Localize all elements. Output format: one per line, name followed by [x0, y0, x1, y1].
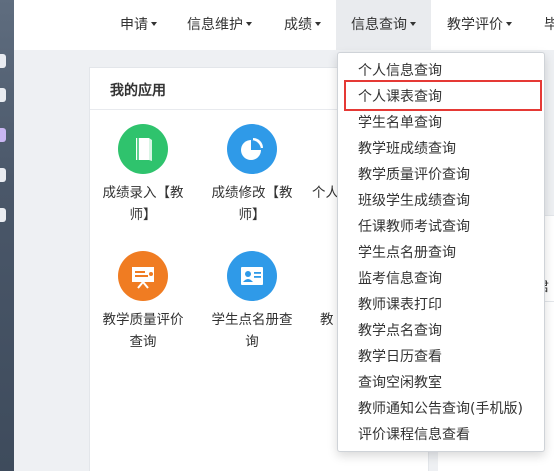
app-teaching-quality-evaluation[interactable]: 教学质量评价 查询	[93, 251, 193, 353]
app-label: 成绩修改【教 师】	[211, 185, 293, 223]
sidebar-tab[interactable]	[0, 128, 6, 142]
menu-item-class-grades[interactable]: 教学班成绩查询	[338, 136, 544, 162]
top-navigation: 申请 信息维护 成绩 信息查询 教学评价 毕	[14, 0, 554, 50]
left-sidebar-strip	[0, 0, 14, 471]
app-grade-entry[interactable]: 成绩录入【教 师】	[93, 124, 193, 226]
caret-down-icon	[246, 22, 252, 26]
menu-item-invigilation[interactable]: 监考信息查询	[338, 266, 544, 292]
nav-label: 成绩	[284, 17, 312, 33]
presentation-board-icon	[118, 251, 168, 301]
menu-item-teacher-timetable-print[interactable]: 教师课表打印	[338, 292, 544, 318]
menu-item-teacher-notices-mobile[interactable]: 教师通知公告查询(手机版)	[338, 396, 544, 422]
nav-label: 信息查询	[351, 17, 407, 33]
nav-label: 申请	[120, 17, 148, 33]
menu-item-student-list[interactable]: 学生名单查询	[338, 110, 544, 136]
id-card-icon	[227, 251, 277, 301]
nav-label: 信息维护	[187, 17, 243, 33]
nav-apply[interactable]: 申请	[120, 0, 157, 50]
nav-info-maintenance[interactable]: 信息维护	[187, 0, 252, 50]
caret-down-icon	[410, 22, 416, 26]
caret-down-icon	[315, 22, 321, 26]
caret-down-icon	[151, 22, 157, 26]
menu-item-teacher-exams[interactable]: 任课教师考试查询	[338, 214, 544, 240]
sidebar-tab[interactable]	[0, 208, 6, 222]
sidebar-tab[interactable]	[0, 168, 6, 182]
nav-teaching-evaluation[interactable]: 教学评价	[447, 0, 512, 50]
sidebar-tab[interactable]	[0, 88, 6, 102]
highlight-box	[344, 80, 542, 111]
sidebar-tab[interactable]	[0, 54, 6, 68]
app-label: 教学质量评价 查询	[102, 312, 184, 350]
nav-label: 毕	[544, 17, 554, 33]
menu-item-teaching-calendar[interactable]: 教学日历查看	[338, 344, 544, 370]
caret-down-icon	[506, 22, 512, 26]
menu-item-teaching-quality[interactable]: 教学质量评价查询	[338, 162, 544, 188]
menu-item-teaching-roll-call[interactable]: 教学点名查询	[338, 318, 544, 344]
pie-chart-icon	[227, 124, 277, 174]
menu-item-course-evaluation-info[interactable]: 评价课程信息查看	[338, 422, 544, 448]
app-label: 学生点名册查 询	[211, 312, 293, 350]
info-query-dropdown: 个人信息查询 个人课表查询 学生名单查询 教学班成绩查询 教学质量评价查询 班级…	[337, 52, 545, 452]
app-label: 成绩录入【教 师】	[102, 185, 184, 223]
menu-item-class-student-grades[interactable]: 班级学生成绩查询	[338, 188, 544, 214]
panel-title: 我的应用	[110, 83, 166, 99]
menu-item-student-roster[interactable]: 学生点名册查询	[338, 240, 544, 266]
nav-graduation[interactable]: 毕	[544, 0, 554, 50]
book-icon	[118, 124, 168, 174]
app-grade-modify[interactable]: 成绩修改【教 师】	[202, 124, 302, 226]
menu-item-free-classroom[interactable]: 查询空闲教室	[338, 370, 544, 396]
nav-grades[interactable]: 成绩	[284, 0, 321, 50]
app-student-roster[interactable]: 学生点名册查 询	[202, 251, 302, 353]
nav-info-query[interactable]: 信息查询	[336, 0, 431, 50]
nav-label: 教学评价	[447, 17, 503, 33]
